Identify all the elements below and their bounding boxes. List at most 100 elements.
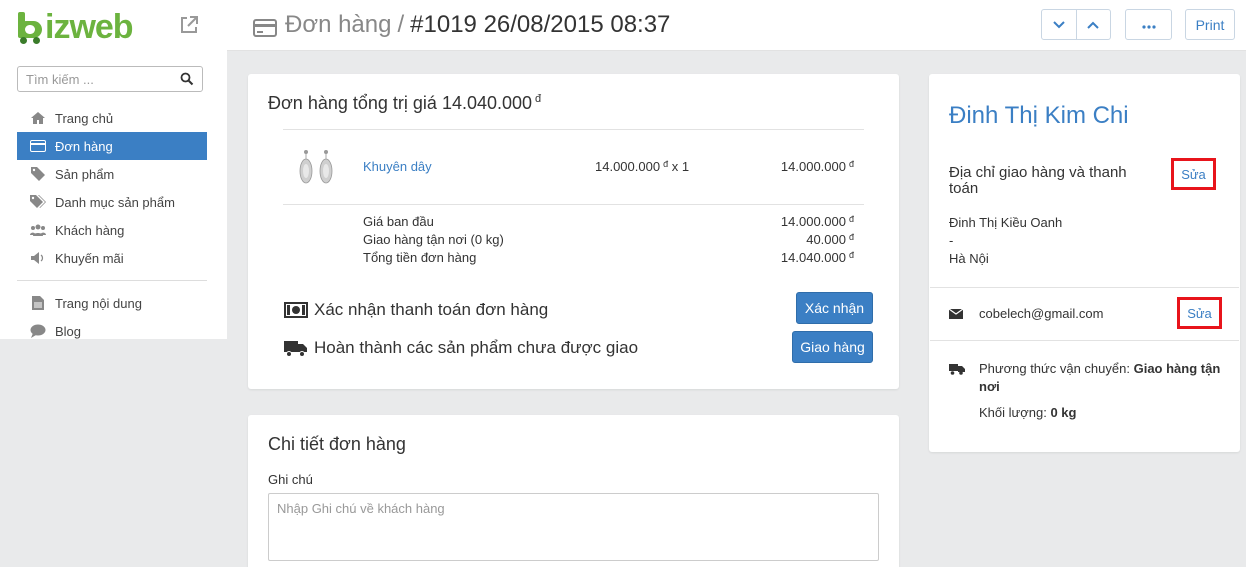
nav-divider (17, 280, 207, 281)
truck-icon (284, 339, 308, 357)
currency-symbol: đ (663, 159, 669, 169)
shipping-fee-value: 40.000 đ (806, 232, 854, 247)
customer-email[interactable]: cobelech@gmail.com (979, 306, 1103, 321)
divider (930, 287, 1239, 288)
amount: 40.000 (806, 232, 846, 247)
confirm-payment-row: Xác nhận thanh toán đơn hàng (284, 300, 548, 320)
weight-label: Khối lượng: (979, 405, 1047, 420)
next-order-button[interactable] (1042, 10, 1076, 39)
sidebar-item-label: Đơn hàng (55, 138, 113, 154)
sidebar-item-label: Trang chủ (55, 110, 114, 126)
sidebar-item-label: Trang nội dung (55, 295, 142, 311)
sidebar-item-label: Khách hàng (55, 222, 125, 238)
envelope-icon (949, 308, 963, 319)
credit-card-icon (30, 139, 46, 153)
sidebar: izweb Trang chủ Đơn hàng Sản phẩm Danh m… (0, 0, 227, 339)
divider (283, 204, 864, 205)
logo-cart-b-icon (16, 12, 44, 44)
sidebar-item-label: Blog (55, 323, 82, 339)
divider (283, 129, 864, 130)
product-link[interactable]: Khuyên dây (363, 159, 432, 174)
line-total-value: 14.000.000 (780, 159, 846, 174)
file-icon (30, 296, 46, 310)
confirm-payment-text: Xác nhận thanh toán đơn hàng (314, 300, 549, 319)
sidebar-item-label: Khuyến mãi (55, 250, 124, 266)
order-total-title: Đơn hàng tổng trị giá 14.040.000 đ (268, 93, 541, 114)
quantity-text: x 1 (671, 159, 690, 174)
address-line: - (949, 233, 954, 248)
address-line: Hà Nội (949, 251, 989, 266)
customer-card: Đinh Thị Kim Chi Địa chỉ giao hàng và th… (929, 74, 1240, 452)
currency-symbol: đ (535, 93, 542, 105)
sidebar-item-categories[interactable]: Danh mục sản phẩm (17, 188, 207, 216)
truck-icon (949, 362, 965, 375)
divider (930, 340, 1239, 341)
credit-card-icon (253, 16, 277, 37)
order-reference: #1019 26/08/2015 08:37 (410, 11, 671, 38)
email-row: cobelech@gmail.com (949, 306, 1103, 321)
amount: 14.040.000 (780, 250, 846, 265)
sidebar-nav: Trang chủ Đơn hàng Sản phẩm Danh mục sản… (17, 104, 207, 345)
order-total-label: Tổng tiền đơn hàng (363, 250, 477, 265)
currency-symbol: đ (848, 214, 854, 224)
page-title: Đơn hàng / #1019 26/08/2015 08:37 (253, 9, 670, 41)
search-input[interactable] (18, 67, 168, 91)
customer-name[interactable]: Đinh Thị Kim Chi (949, 102, 1129, 130)
page-header: Đơn hàng / #1019 26/08/2015 08:37 Print (227, 0, 1246, 51)
home-icon (30, 111, 46, 125)
tags-icon (30, 195, 46, 209)
address-line: Đinh Thị Kiều Oanh (949, 215, 1063, 230)
external-link-icon[interactable] (178, 14, 200, 36)
confirm-payment-button[interactable]: Xác nhận (796, 292, 873, 324)
tag-icon (30, 167, 46, 181)
print-button[interactable]: Print (1185, 9, 1235, 40)
order-nav-group (1041, 9, 1111, 40)
logo-text: izweb (45, 8, 134, 46)
fulfill-button[interactable]: Giao hàng (792, 331, 873, 363)
sidebar-item-products[interactable]: Sản phẩm (17, 160, 207, 188)
sidebar-item-customers[interactable]: Khách hàng (17, 216, 207, 244)
money-icon (284, 301, 308, 319)
currency-symbol: đ (848, 250, 854, 260)
more-actions-button[interactable] (1125, 9, 1172, 40)
details-title: Chi tiết đơn hàng (268, 434, 406, 454)
fulfill-row: Hoàn thành các sản phẩm chưa được giao (284, 338, 638, 358)
subtotal-label: Giá ban đầu (363, 214, 434, 229)
note-field[interactable] (268, 493, 879, 561)
product-line-total: 14.000.000 đ (781, 159, 854, 174)
previous-order-button[interactable] (1075, 10, 1110, 39)
sidebar-item-promotions[interactable]: Khuyến mãi (17, 244, 207, 272)
note-label: Ghi chú (268, 472, 313, 487)
sidebar-item-label: Danh mục sản phẩm (55, 194, 175, 210)
chevron-up-icon (1087, 16, 1100, 34)
users-icon (30, 223, 46, 237)
search-box (17, 66, 203, 92)
megaphone-icon (30, 251, 46, 265)
bizweb-logo[interactable]: izweb (16, 8, 134, 46)
shipping-label: Phương thức vận chuyển: (979, 361, 1130, 376)
order-total-value: 14.040.000 đ (781, 250, 854, 265)
edit-address-button[interactable]: Sửa (1171, 158, 1216, 190)
breadcrumb-section[interactable]: Đơn hàng (285, 11, 391, 39)
product-unit-price: 14.000.000 đ x 1 (595, 159, 689, 174)
shipping-fee-label: Giao hàng tận nơi (0 kg) (363, 232, 504, 247)
sidebar-item-orders[interactable]: Đơn hàng (17, 132, 207, 160)
earring-image[interactable] (296, 147, 342, 187)
shipping-method: Phương thức vận chuyển: Giao hàng tận nơ… (979, 360, 1229, 396)
ellipsis-icon (1141, 16, 1156, 34)
weight-value: 0 kg (1050, 405, 1077, 420)
comment-icon (30, 324, 46, 338)
fulfill-text: Hoàn thành các sản phẩm chưa được giao (314, 338, 639, 357)
sidebar-item-pages[interactable]: Trang nội dung (17, 289, 207, 317)
search-icon[interactable] (180, 72, 194, 86)
currency-symbol: đ (848, 159, 854, 169)
sidebar-item-home[interactable]: Trang chủ (17, 104, 207, 132)
chevron-down-icon (1053, 16, 1065, 34)
address-section-title: Địa chỉ giao hàng và thanh toán (949, 164, 1127, 197)
breadcrumb-separator: / (397, 11, 405, 38)
edit-email-button[interactable]: Sửa (1177, 297, 1222, 329)
sidebar-item-blog[interactable]: Blog (17, 317, 207, 345)
order-title-value: 14.040.000 (441, 93, 533, 113)
amount: 14.000.000 (780, 214, 846, 229)
sidebar-item-label: Sản phẩm (55, 166, 115, 182)
